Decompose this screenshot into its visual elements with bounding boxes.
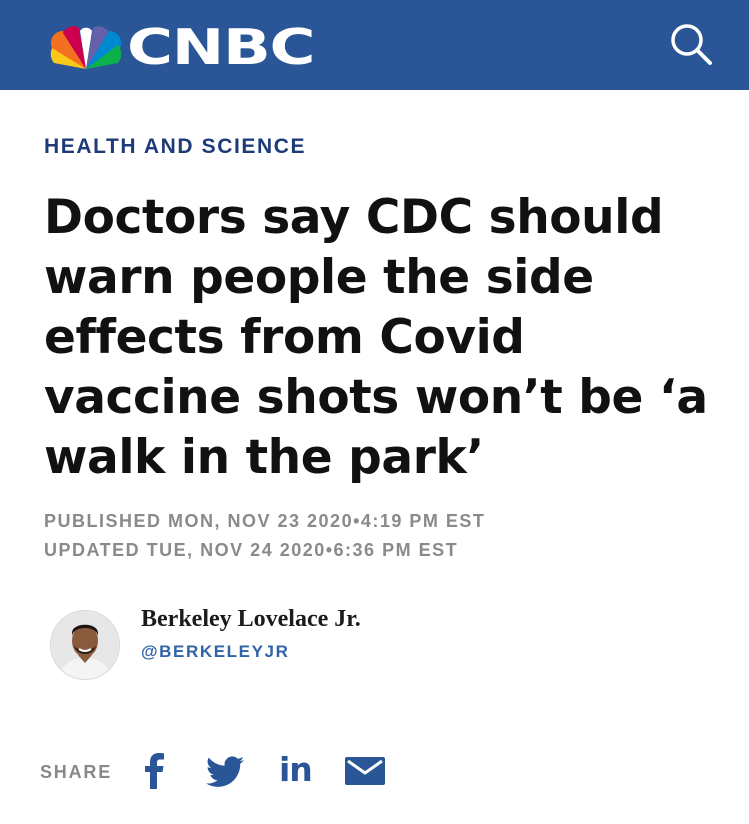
share-label: SHARE <box>40 762 113 782</box>
author-handle[interactable]: @BERKELEYJR <box>141 642 289 662</box>
search-icon[interactable] <box>668 21 714 67</box>
cnbc-wordmark: CNBC <box>127 19 316 76</box>
avatar-photo <box>51 611 119 679</box>
updated-timestamp: UPDATED TUE, NOV 24 2020•6:36 PM EST <box>44 540 459 560</box>
facebook-icon[interactable] <box>143 753 167 789</box>
category-label[interactable]: HEALTH AND SCIENCE <box>44 135 306 159</box>
site-header: CNBC <box>0 0 749 90</box>
email-icon[interactable] <box>345 757 385 785</box>
nbc-peacock-icon <box>50 26 122 70</box>
author-avatar[interactable] <box>51 611 119 679</box>
published-timestamp: PUBLISHED MON, NOV 23 2020•4:19 PM EST <box>44 511 486 531</box>
author-name[interactable]: Berkeley Lovelace Jr. <box>141 606 361 633</box>
article-headline: Doctors say CDC should warn people the s… <box>44 190 708 485</box>
twitter-icon[interactable] <box>206 756 244 788</box>
linkedin-icon[interactable]: in <box>279 752 315 788</box>
